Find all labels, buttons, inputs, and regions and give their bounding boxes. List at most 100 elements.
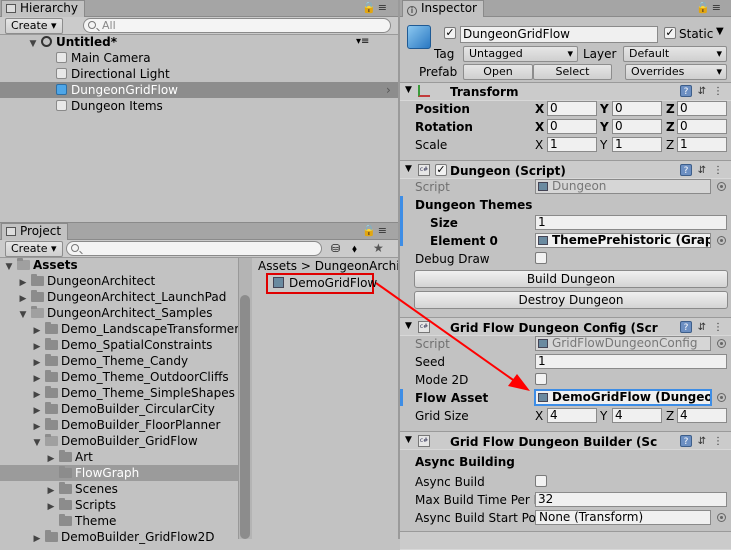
flow-asset-field[interactable]: DemoGridFlow (Dungeor — [535, 390, 711, 405]
preset-icon[interactable]: ⇵ — [696, 322, 708, 334]
tree-item[interactable]: Theme — [0, 513, 238, 529]
inspector-tab-menu[interactable]: 🔒≡ — [696, 1, 723, 14]
tree-item[interactable]: ▶ Demo_SpatialConstraints — [0, 337, 238, 353]
mode-2d-checkbox[interactable] — [535, 373, 547, 385]
prefab-open-button[interactable]: Open — [463, 64, 533, 80]
next-component-header[interactable] — [400, 531, 731, 550]
tree-item[interactable]: ▶ DemoBuilder_CircularCity — [0, 401, 238, 417]
active-checkbox[interactable]: ✓ — [444, 27, 456, 39]
foldout-arrow-icon[interactable]: ▼ — [405, 321, 412, 331]
project-create-button[interactable]: Create ▾ — [5, 241, 63, 257]
build-dungeon-button[interactable]: Build Dungeon — [414, 270, 728, 288]
grid-size-z-field[interactable]: 4 — [677, 408, 727, 423]
hierarchy-item[interactable]: Main Camera — [0, 50, 398, 66]
object-picker-icon[interactable] — [717, 236, 726, 245]
hierarchy-item-selected[interactable]: DungeonGridFlow › — [0, 82, 398, 98]
tree-item[interactable]: ▶ DemoBuilder_FloorPlanner — [0, 417, 238, 433]
more-icon[interactable]: ⋮ — [712, 322, 724, 334]
tree-item-selected[interactable]: FlowGraph — [0, 465, 238, 481]
project-search-input[interactable] — [66, 241, 322, 256]
hierarchy-tab[interactable]: Hierarchy — [1, 0, 86, 17]
inspector-tab[interactable]: i Inspector — [402, 0, 484, 17]
tree-item[interactable]: ▶ Art — [0, 449, 238, 465]
scene-menu-icon[interactable]: ▾≡ — [356, 34, 369, 50]
scale-y-field[interactable]: 1 — [612, 137, 662, 152]
tree-item[interactable]: ▼ Assets — [0, 257, 238, 273]
static-dropdown-icon[interactable]: ▼ — [716, 26, 724, 37]
tree-item[interactable]: ▶ Demo_Theme_Candy — [0, 353, 238, 369]
more-icon[interactable]: ⋮ — [712, 165, 724, 177]
seed-field[interactable]: 1 — [535, 354, 727, 369]
object-name-field[interactable]: DungeonGridFlow — [460, 26, 658, 43]
grid-size-x-field[interactable]: 4 — [547, 408, 597, 423]
prefab-overrides-dropdown[interactable]: Overrides ▾ — [625, 64, 727, 80]
foldout-arrow-icon[interactable]: ▼ — [405, 435, 412, 445]
object-picker-icon[interactable] — [717, 513, 726, 522]
object-picker-icon[interactable] — [717, 393, 726, 402]
preset-icon[interactable]: ⇵ — [696, 86, 708, 98]
tag-dropdown[interactable]: Untagged ▾ — [463, 46, 578, 62]
hierarchy-item[interactable]: Dungeon Items — [0, 98, 398, 114]
scale-x-field[interactable]: 1 — [547, 137, 597, 152]
help-icon[interactable]: ? — [680, 164, 692, 176]
tree-item[interactable]: ▶ Scenes — [0, 481, 238, 497]
more-icon[interactable]: ⋮ — [712, 86, 724, 98]
grid-size-y-field[interactable]: 4 — [612, 408, 662, 423]
tree-item[interactable]: ▶ Demo_Theme_SimpleShapes — [0, 385, 238, 401]
preset-icon[interactable]: ⇵ — [696, 165, 708, 177]
preset-icon[interactable]: ⇵ — [696, 436, 708, 448]
debug-draw-checkbox[interactable] — [535, 252, 547, 264]
filter-by-label-icon[interactable]: ⬧ — [352, 242, 357, 256]
chevron-right-icon[interactable]: › — [386, 82, 391, 98]
tree-item[interactable]: ▶ Scripts — [0, 497, 238, 513]
hierarchy-create-button[interactable]: Create ▾ — [5, 18, 63, 34]
help-icon[interactable]: ? — [680, 85, 692, 97]
tree-item[interactable]: ▶ Demo_Theme_OutdoorCliffs — [0, 369, 238, 385]
filter-by-type-icon[interactable]: ⛁ — [331, 242, 340, 255]
help-icon[interactable]: ? — [680, 321, 692, 333]
help-icon[interactable]: ? — [680, 435, 692, 447]
async-start-pos-field[interactable]: None (Transform) — [535, 510, 711, 525]
tree-scrollbar-thumb[interactable] — [240, 295, 250, 539]
position-y-field[interactable]: 0 — [612, 101, 662, 116]
favorite-star-icon[interactable]: ★ — [373, 241, 384, 255]
rotation-y-field[interactable]: 0 — [612, 119, 662, 134]
hierarchy-search-input[interactable]: All — [83, 18, 391, 33]
dungeon-header-icons[interactable]: ? ⇵ ⋮ — [676, 164, 724, 177]
destroy-dungeon-button[interactable]: Destroy Dungeon — [414, 291, 728, 309]
hierarchy-tab-menu[interactable]: 🔒≡ — [362, 1, 389, 14]
tree-item[interactable]: ▶ DungeonArchitect_LaunchPad — [0, 289, 238, 305]
position-z-field[interactable]: 0 — [677, 101, 727, 116]
foldout-arrow-icon[interactable]: ▼ — [405, 164, 412, 174]
project-tab[interactable]: Project — [1, 223, 69, 240]
tree-item[interactable]: ▼ DungeonArchitect_Samples — [0, 305, 238, 321]
prefab-select-button[interactable]: Select — [533, 64, 612, 80]
dungeon-enabled-checkbox[interactable]: ✓ — [435, 164, 447, 176]
hierarchy-item[interactable]: Directional Light — [0, 66, 398, 82]
static-checkbox[interactable]: ✓ — [664, 27, 676, 39]
themes-size-field[interactable]: 1 — [535, 215, 727, 230]
rotation-z-field[interactable]: 0 — [677, 119, 727, 134]
breadcrumb[interactable]: Assets > DungeonArchit — [258, 258, 398, 274]
chevron-right-icon[interactable]: ▶ — [32, 531, 42, 547]
asset-item-demogridflow[interactable]: DemoGridFlow — [266, 273, 377, 294]
transform-header-icons[interactable]: ? ⇵ ⋮ — [676, 85, 724, 98]
tree-item[interactable]: ▶ DemoBuilder_GridFlow2D — [0, 529, 238, 545]
builder-header-icons[interactable]: ? ⇵ ⋮ — [676, 435, 724, 448]
rotation-x-field[interactable]: 0 — [547, 119, 597, 134]
more-icon[interactable]: ⋮ — [712, 436, 724, 448]
tree-item[interactable]: ▶ DungeonArchitect — [0, 273, 238, 289]
dungeon-themes-label[interactable]: Dungeon Themes — [415, 197, 532, 213]
foldout-arrow-icon[interactable]: ▼ — [405, 85, 412, 95]
theme-element-field[interactable]: ThemePrehistoric (Grapl — [535, 233, 711, 248]
scale-z-field[interactable]: 1 — [677, 137, 727, 152]
scene-row[interactable]: ▼ Untitled* ▾≡ — [0, 34, 398, 50]
config-header-icons[interactable]: ? ⇵ ⋮ — [676, 321, 724, 334]
tree-item[interactable]: ▶ Demo_LandscapeTransformer — [0, 321, 239, 337]
project-tab-menu[interactable]: 🔒≡ — [362, 224, 389, 237]
layer-dropdown[interactable]: Default ▾ — [623, 46, 727, 62]
async-build-checkbox[interactable] — [535, 475, 547, 487]
position-x-field[interactable]: 0 — [547, 101, 597, 116]
tree-item[interactable]: ▼ DemoBuilder_GridFlow — [0, 433, 238, 449]
max-build-time-field[interactable]: 32 — [535, 492, 727, 507]
